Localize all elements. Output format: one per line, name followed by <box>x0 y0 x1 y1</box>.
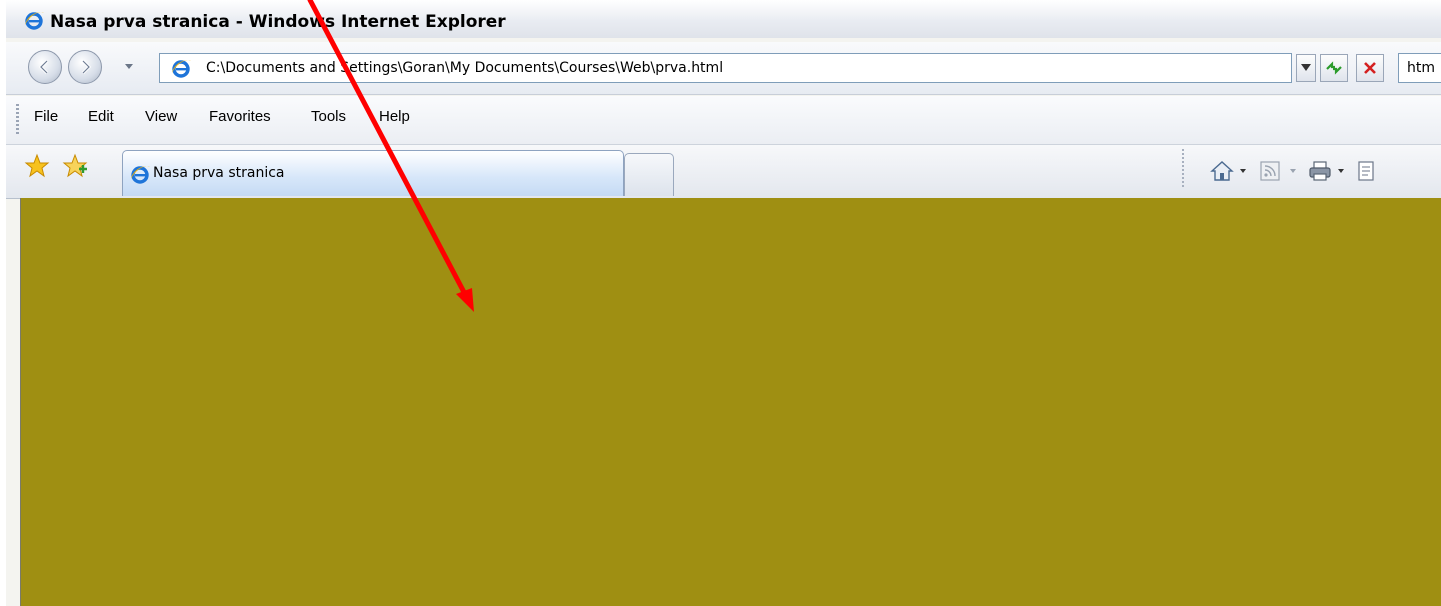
arrow-head <box>456 288 474 312</box>
arrow-line <box>307 0 469 299</box>
annotation-arrow <box>307 0 474 312</box>
